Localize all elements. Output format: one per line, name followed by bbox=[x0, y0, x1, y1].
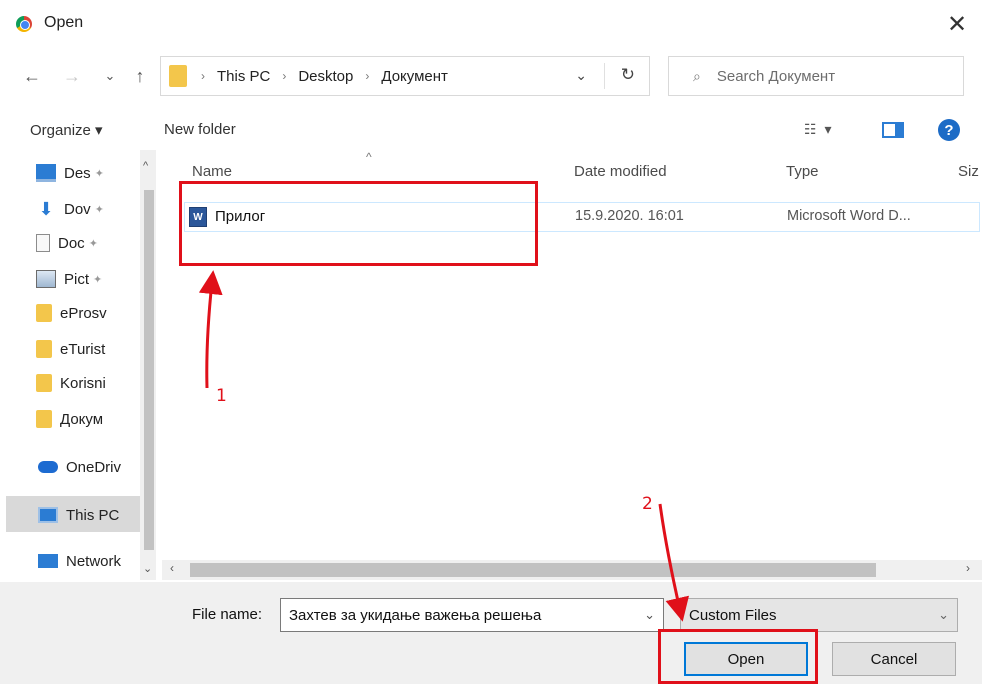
annotation-arrow-1 bbox=[198, 270, 223, 389]
annotation-arrows bbox=[198, 270, 690, 622]
annotation-arrow-2 bbox=[658, 503, 690, 622]
